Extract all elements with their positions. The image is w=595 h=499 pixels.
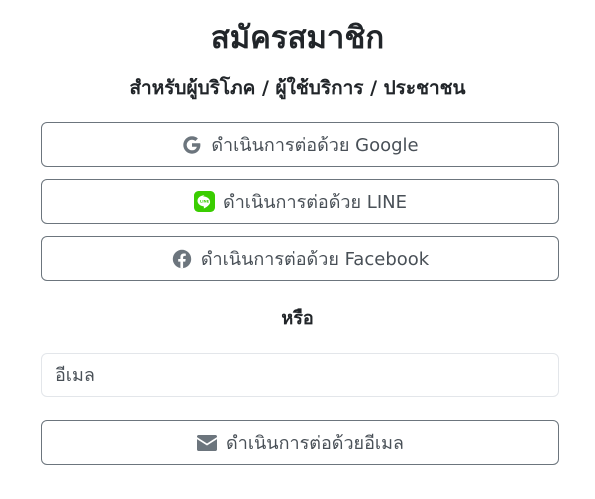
- facebook-button-label: ดำเนินการต่อด้วย Facebook: [200, 249, 430, 270]
- page-title: สมัครสมาชิก: [210, 20, 385, 56]
- svg-text:LINE: LINE: [199, 200, 209, 204]
- google-icon: [181, 134, 203, 156]
- continue-with-google-button[interactable]: ดำเนินการต่อด้วย Google: [41, 122, 559, 167]
- signup-page: สมัครสมาชิก สำหรับผู้บริโภค / ผู้ใช้บริก…: [0, 0, 595, 499]
- line-icon: LINE: [193, 191, 215, 213]
- continue-with-facebook-button[interactable]: ดำเนินการต่อด้วย Facebook: [41, 236, 559, 281]
- google-button-label: ดำเนินการต่อด้วย Google: [211, 135, 419, 156]
- email-button-label: ดำเนินการต่อด้วยอีเมล: [226, 433, 404, 454]
- envelope-icon: [196, 432, 218, 454]
- line-button-label: ดำเนินการต่อด้วย LINE: [223, 192, 407, 213]
- email-input[interactable]: [41, 353, 559, 397]
- continue-with-email-button[interactable]: ดำเนินการต่อด้วยอีเมล: [41, 420, 559, 465]
- facebook-icon: [171, 248, 193, 270]
- page-subtitle: สำหรับผู้บริโภค / ผู้ใช้บริการ / ประชาชน: [129, 77, 466, 99]
- or-divider: หรือ: [281, 308, 314, 329]
- continue-with-line-button[interactable]: LINE ดำเนินการต่อด้วย LINE: [41, 179, 559, 224]
